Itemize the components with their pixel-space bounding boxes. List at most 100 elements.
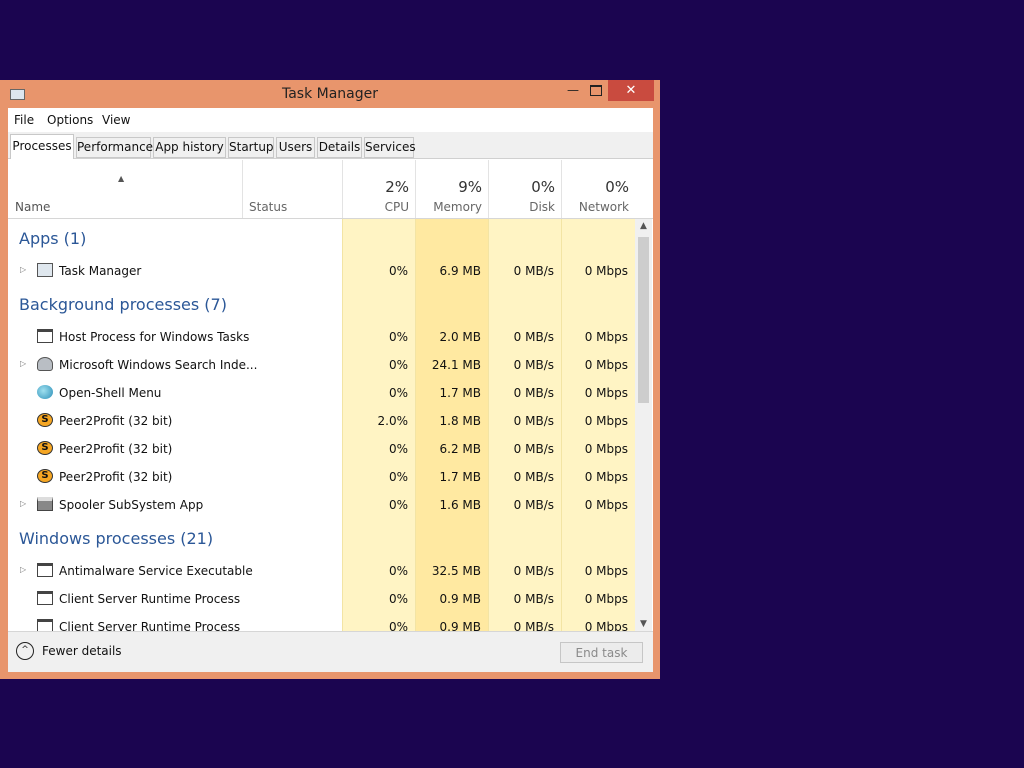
peer2profit-icon: S — [37, 441, 53, 455]
tab-users[interactable]: Users — [276, 137, 315, 158]
cpu-value: 0% — [388, 592, 408, 606]
group-header-row[interactable]: Background processes (7) — [8, 285, 635, 323]
memory-value: 2.0 MB — [439, 330, 481, 344]
process-row[interactable]: ▷ Microsoft Windows Search Inde... 0% 24.1 … — [8, 351, 635, 379]
expand-icon[interactable]: ▷ — [20, 565, 26, 574]
column-network[interactable]: 0% Network — [561, 160, 635, 218]
network-label: Network — [578, 200, 629, 214]
process-name: Client Server Runtime Process — [59, 620, 241, 631]
column-status[interactable]: Status — [242, 160, 342, 218]
cpu-value: 0% — [388, 442, 408, 456]
scroll-down-icon[interactable]: ▼ — [635, 619, 652, 629]
tab-app-history[interactable]: App history — [153, 137, 226, 158]
memory-value: 24.1 MB — [431, 358, 481, 372]
process-row[interactable]: ▷ Antimalware Service Executable 0% 32.5 MB… — [8, 557, 635, 585]
disk-value: 0 MB/s — [513, 442, 554, 456]
expand-icon[interactable]: ▷ — [20, 359, 26, 368]
network-value: 0 Mbps — [584, 592, 628, 606]
tab-details[interactable]: Details — [317, 137, 362, 158]
tab-strip: Processes Performance App history Startu… — [8, 132, 653, 159]
footer-bar: ^ Fewer details End task — [8, 631, 653, 672]
cpu-value: 0% — [388, 330, 408, 344]
tab-processes[interactable]: Processes — [10, 134, 74, 159]
process-row[interactable]: S Peer2Profit (32 bit) 2.0% 1.8 MB 0 MB/s 0 M… — [8, 407, 635, 435]
process-name: Peer2Profit (32 bit) — [59, 414, 173, 428]
process-row[interactable]: S Peer2Profit (32 bit) 0% 6.2 MB 0 MB/s 0 Mbp… — [8, 435, 635, 463]
network-value: 0 Mbps — [584, 564, 628, 578]
maximize-icon — [590, 85, 602, 96]
network-value: 0 Mbps — [584, 620, 628, 631]
memory-value: 0.9 MB — [439, 592, 481, 606]
tab-performance[interactable]: Performance — [76, 137, 153, 158]
window-icon — [37, 619, 53, 631]
window-icon — [37, 563, 53, 577]
memory-value: 6.2 MB — [439, 442, 481, 456]
minimize-button[interactable]: — — [560, 80, 586, 102]
client-area: File Options View Processes Performance … — [8, 108, 653, 672]
disk-value: 0 MB/s — [513, 358, 554, 372]
expand-icon[interactable]: ▷ — [20, 265, 26, 274]
cpu-value: 0% — [388, 620, 408, 631]
fewer-details-link[interactable]: Fewer details — [42, 644, 122, 658]
network-total: 0% — [605, 178, 629, 196]
disk-value: 0 MB/s — [513, 386, 554, 400]
column-name[interactable]: ▲ Name — [8, 160, 242, 218]
peer2profit-icon: S — [37, 413, 53, 427]
process-list: Apps (1) ▷ Task Manager 0% 6.9 MB 0 MB/s 0 Mbp… — [8, 219, 653, 631]
tab-startup[interactable]: Startup — [228, 137, 274, 158]
end-task-button[interactable]: End task — [560, 642, 643, 663]
disk-value: 0 MB/s — [513, 414, 554, 428]
cpu-value: 0% — [388, 564, 408, 578]
process-row[interactable]: ▷ Task Manager 0% 6.9 MB 0 MB/s 0 Mbps — [8, 257, 635, 285]
disk-total: 0% — [531, 178, 555, 196]
sort-ascending-icon: ▲ — [118, 174, 125, 183]
process-row[interactable]: Client Server Runtime Process 0% 0.9 MB 0 M… — [8, 613, 635, 631]
vertical-scrollbar[interactable]: ▲ ▼ — [635, 219, 652, 631]
menu-options[interactable]: Options — [47, 113, 93, 127]
menu-bar: File Options View — [8, 108, 653, 132]
process-row[interactable]: S Peer2Profit (32 bit) 0% 1.7 MB 0 MB/s 0 Mbp… — [8, 463, 635, 491]
group-title: Windows processes (21) — [19, 529, 214, 548]
process-row[interactable]: ▷ Spooler SubSystem App 0% 1.6 MB 0 MB/s 0 Mb… — [8, 491, 635, 519]
memory-value: 32.5 MB — [431, 564, 481, 578]
process-row[interactable]: Host Process for Windows Tasks 0% 2.0 MB 0 … — [8, 323, 635, 351]
column-disk[interactable]: 0% Disk — [488, 160, 561, 218]
column-name-label: Name — [15, 200, 51, 214]
maximize-button[interactable] — [584, 80, 610, 102]
cpu-value: 0% — [388, 358, 408, 372]
scroll-thumb[interactable] — [638, 237, 649, 403]
shell-icon — [37, 385, 53, 399]
scroll-up-icon[interactable]: ▲ — [635, 221, 652, 231]
menu-file[interactable]: File — [14, 113, 34, 127]
memory-total: 9% — [458, 178, 482, 196]
column-memory[interactable]: 9% Memory — [415, 160, 488, 218]
network-value: 0 Mbps — [584, 442, 628, 456]
memory-value: 1.6 MB — [439, 498, 481, 512]
cpu-value: 0% — [388, 386, 408, 400]
network-value: 0 Mbps — [584, 414, 628, 428]
close-button[interactable]: ✕ — [608, 80, 654, 101]
disk-value: 0 MB/s — [513, 470, 554, 484]
chevron-up-circle-icon[interactable]: ^ — [16, 642, 34, 660]
column-status-label: Status — [249, 200, 288, 214]
group-header-row[interactable]: Apps (1) — [8, 219, 635, 257]
memory-value: 0.9 MB — [439, 620, 481, 631]
process-row[interactable]: Open-Shell Menu 0% 1.7 MB 0 MB/s 0 Mbps — [8, 379, 635, 407]
window-icon — [37, 591, 53, 605]
menu-view[interactable]: View — [102, 113, 130, 127]
expand-icon[interactable]: ▷ — [20, 499, 26, 508]
printer-icon — [37, 497, 53, 511]
memory-label: Memory — [433, 200, 482, 214]
memory-value: 1.7 MB — [439, 470, 481, 484]
group-title: Apps (1) — [19, 229, 87, 248]
process-row[interactable]: Client Server Runtime Process 0% 0.9 MB 0 M… — [8, 585, 635, 613]
group-header-row[interactable]: Windows processes (21) — [8, 519, 635, 557]
title-bar[interactable]: Task Manager — ✕ — [0, 80, 660, 109]
process-name: Task Manager — [59, 264, 142, 278]
tab-services[interactable]: Services — [364, 137, 416, 158]
cpu-value: 2.0% — [377, 414, 409, 428]
memory-value: 6.9 MB — [439, 264, 481, 278]
column-cpu[interactable]: 2% CPU — [342, 160, 415, 218]
network-value: 0 Mbps — [584, 264, 628, 278]
network-value: 0 Mbps — [584, 470, 628, 484]
